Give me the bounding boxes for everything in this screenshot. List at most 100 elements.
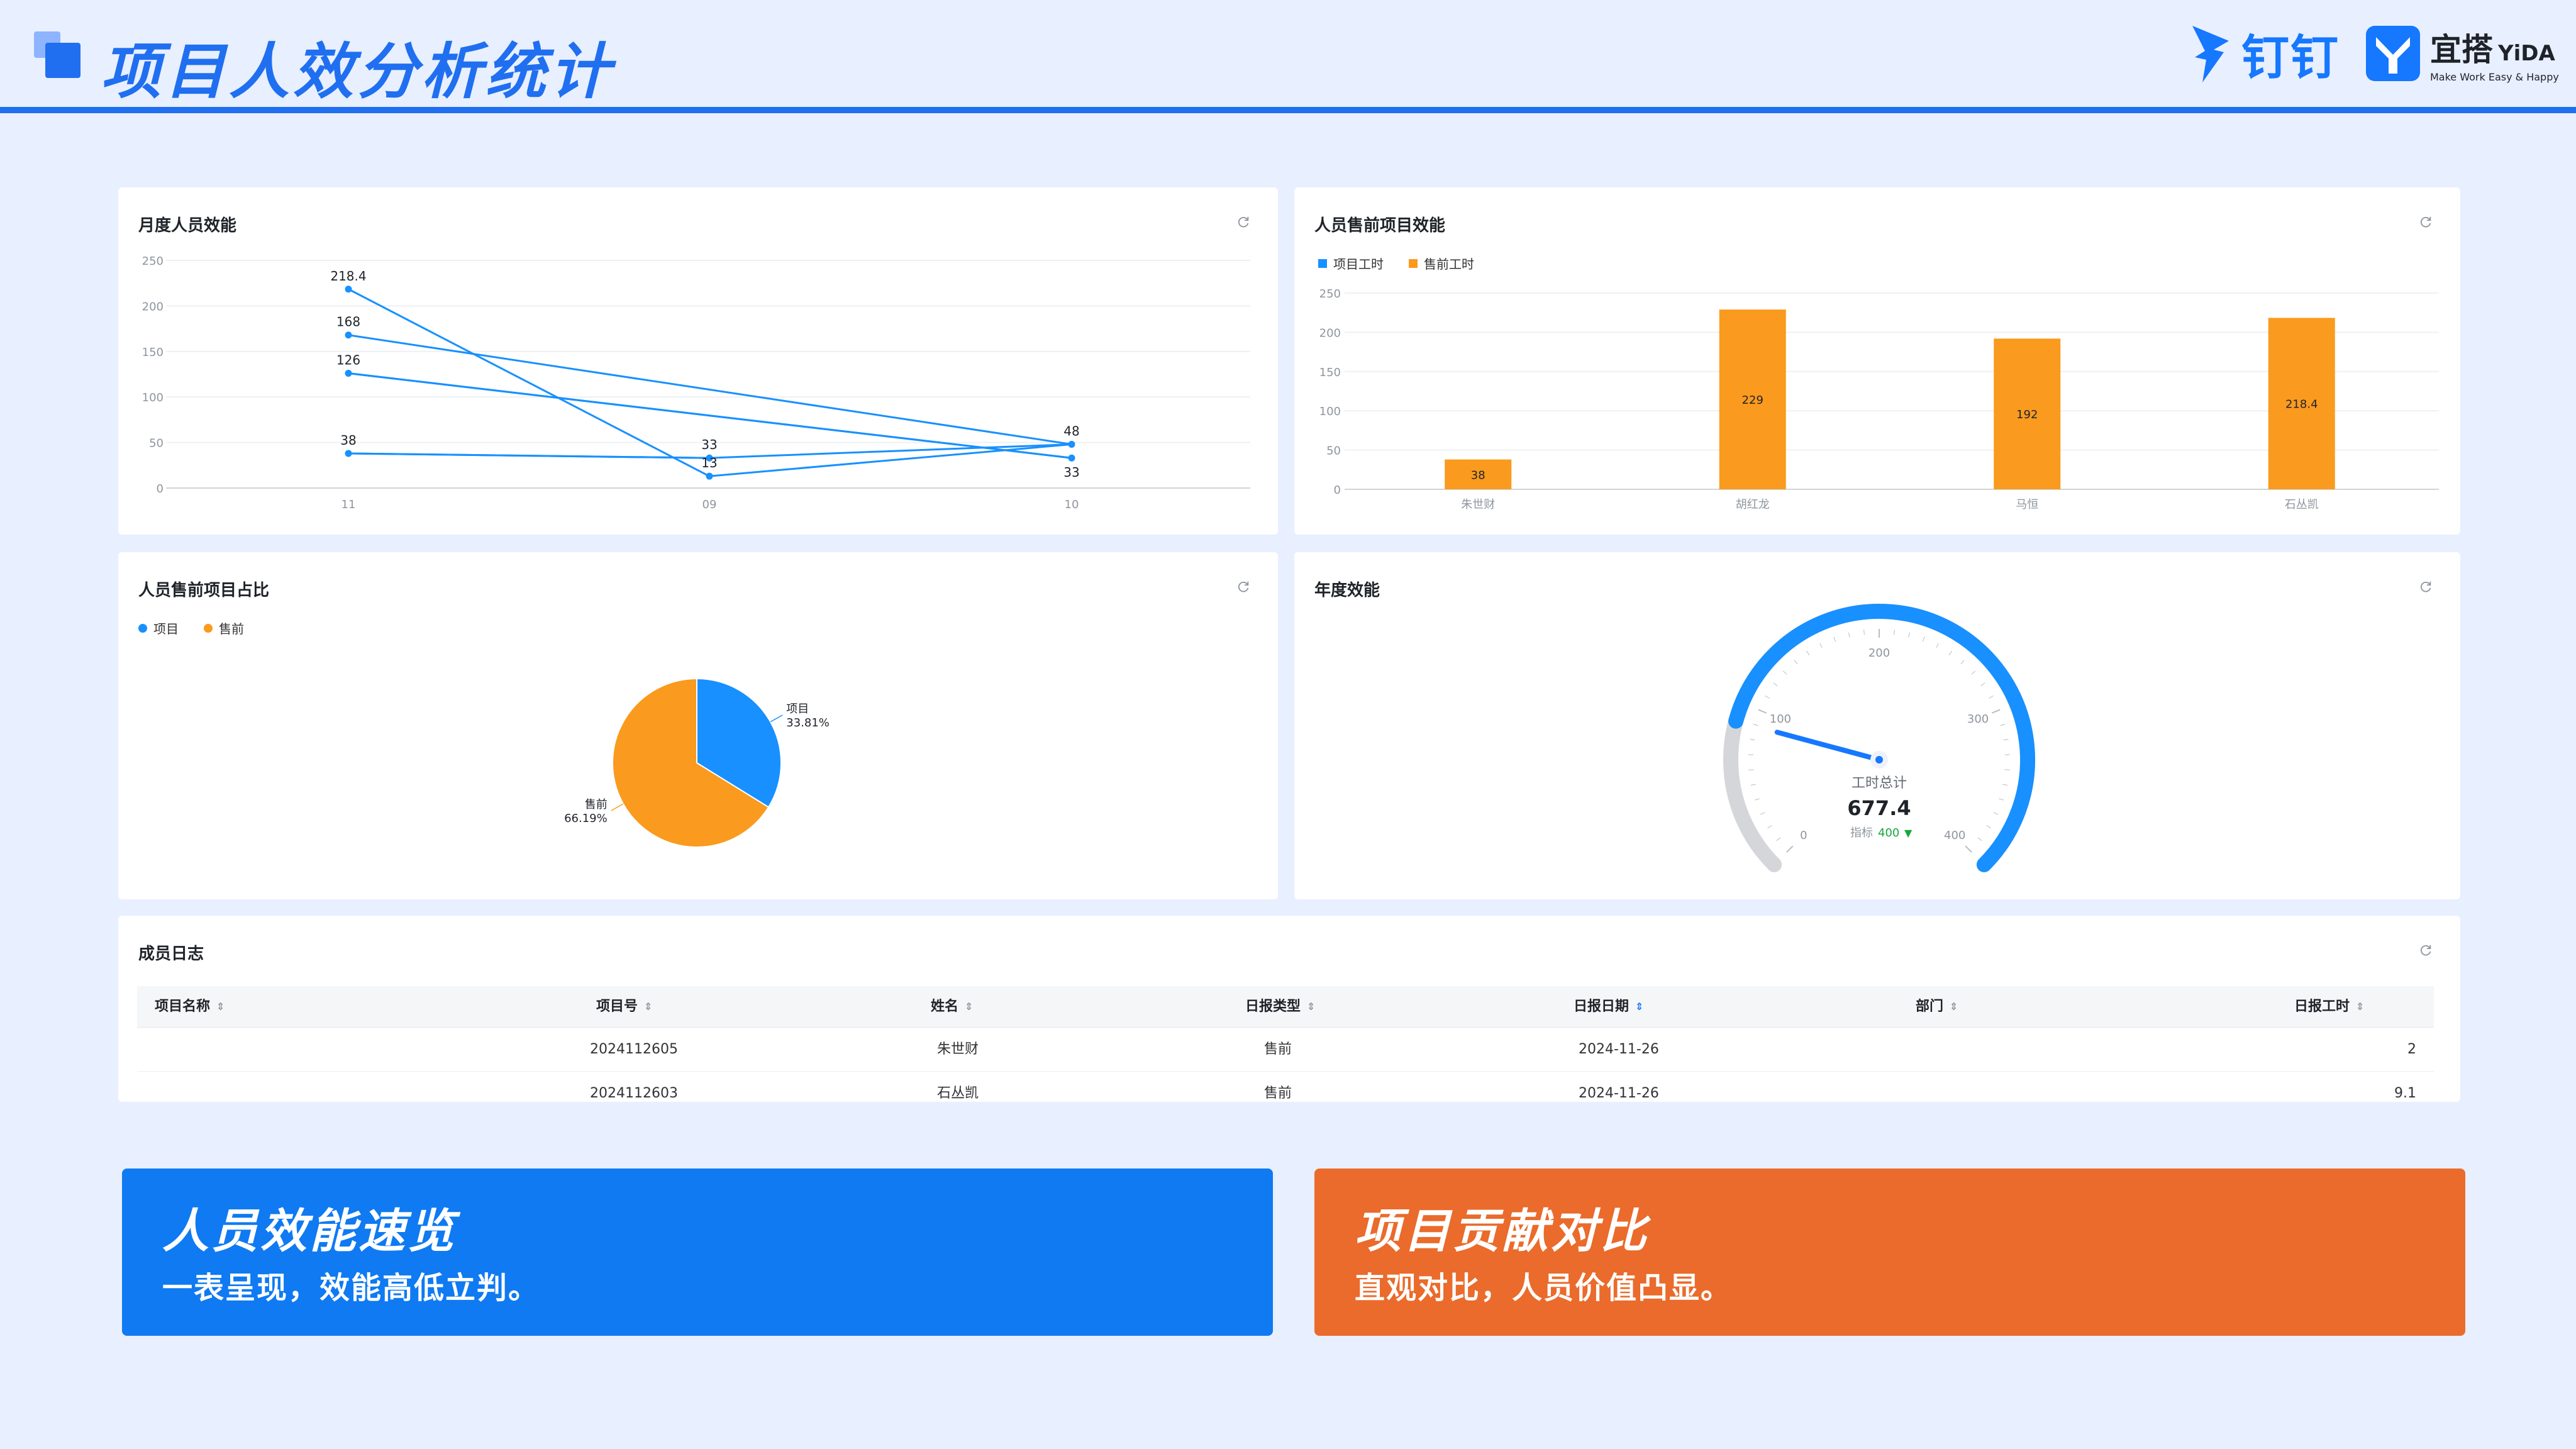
- header-label: 日报类型: [1245, 999, 1301, 1014]
- annual-gauge-chart: 0 100 200 300 400 工时总计 677.4 指标 400 ▼: [1723, 604, 2035, 872]
- presales-pie-chart: 项目33.81% 售前66.19%: [564, 677, 830, 848]
- gauge-tick: [1960, 660, 1965, 665]
- data-point: [345, 370, 352, 377]
- cell-report-hours: 9.1: [2394, 1085, 2416, 1101]
- gauge-tick: [2002, 784, 2008, 786]
- panel-monthly-efficiency: 月度人员效能 0 50 100 150 200 250 11 09 10 218.4 168 126 3…: [118, 187, 1278, 535]
- gauge-tick: [1782, 670, 1787, 675]
- data-label: 168: [336, 314, 360, 330]
- gauge-tick: [2003, 738, 2009, 741]
- x-tick-label: 胡红龙: [1736, 498, 1770, 511]
- sort-icon[interactable]: ⇕: [1635, 1002, 1643, 1012]
- card-title: 项目贡献对比: [1355, 1204, 1649, 1258]
- feature-card-contribution: 项目贡献对比 直观对比，人员价值凸显。: [1314, 1169, 2465, 1336]
- cell-report-date: 2024-11-26: [1579, 1041, 1659, 1057]
- column-header-report-date[interactable]: 日报日期 ⇕: [1574, 986, 1643, 1028]
- column-header-project-name[interactable]: 项目名称 ⇕: [155, 986, 225, 1028]
- dingtalk-logo: 钉钉: [2189, 19, 2340, 88]
- gauge-tick-label: 100: [1770, 713, 1791, 726]
- y-tick-label: 0: [1334, 484, 1341, 497]
- column-header-report-type[interactable]: 日报类型 ⇕: [1245, 986, 1315, 1028]
- yida-cn-text: 宜搭: [2430, 31, 2493, 68]
- panel-member-log: 成员日志 项目名称 ⇕ 项目号 ⇕ 姓名 ⇕ 日报类型 ⇕ 日报日期 ⇕ 部门 ⇕ 日报工时…: [118, 916, 2460, 1102]
- data-label: 218.4: [330, 269, 366, 284]
- sort-icon[interactable]: ⇕: [216, 1002, 225, 1012]
- monthly-line-chart: 0 50 100 150 200 250 11 09 10 218.4 168 126 38 33 13 48…: [142, 255, 1250, 511]
- yida-logo: 宜搭 YiDA Make Work Easy & Happy: [2365, 19, 2559, 88]
- y-tick-label: 200: [1319, 326, 1341, 340]
- data-label: 126: [336, 353, 360, 368]
- gauge-tick: [1750, 784, 1756, 786]
- x-tick-label: 石丛凯: [2285, 498, 2319, 511]
- bar-value-label: 192: [2016, 408, 2038, 421]
- gauge-tick: [1794, 660, 1798, 665]
- gauge-tick: [1980, 682, 1985, 686]
- gauge-tick: [1833, 636, 1836, 642]
- header-label: 日报日期: [1574, 999, 1629, 1014]
- y-tick-label: 100: [142, 391, 164, 404]
- column-header-name[interactable]: 姓名 ⇕: [931, 986, 973, 1028]
- gauge-value: 677.4: [1847, 796, 1911, 820]
- data-label: 13: [701, 455, 717, 470]
- header-label: 项目号: [596, 999, 638, 1014]
- gauge-tick: [1908, 632, 1911, 638]
- gauge-tick-label: 400: [1944, 829, 1965, 842]
- header-label: 项目名称: [155, 999, 211, 1014]
- gauge-tick: [1936, 643, 1939, 648]
- bar-value-label: 229: [1742, 394, 1763, 407]
- data-label: 33: [1063, 465, 1079, 480]
- pie-leader-line: [770, 714, 783, 723]
- series-line: [348, 452, 710, 459]
- gauge-tick: [1758, 709, 1767, 714]
- column-header-project-no[interactable]: 项目号 ⇕: [596, 986, 652, 1028]
- sort-icon[interactable]: ⇕: [1950, 1002, 1958, 1012]
- data-point: [345, 331, 352, 339]
- gauge-tick: [1819, 643, 1823, 648]
- gauge-needle-center: [1875, 756, 1883, 763]
- cell-report-type: 售前: [1264, 1085, 1292, 1101]
- data-label: 48: [1063, 423, 1079, 438]
- column-header-department[interactable]: 部门 ⇕: [1916, 986, 1958, 1028]
- x-tick-label: 马恒: [2016, 498, 2038, 511]
- y-tick-label: 50: [149, 437, 164, 450]
- gauge-tick: [1773, 682, 1778, 686]
- gauge-tick: [1894, 630, 1895, 635]
- refresh-icon[interactable]: [2419, 943, 2433, 957]
- card-subtitle: 一表呈现，效能高低立判。: [162, 1270, 540, 1306]
- data-point: [1068, 454, 1075, 462]
- page-title: 项目人效分析统计: [101, 36, 614, 107]
- sort-icon[interactable]: ⇕: [2356, 1002, 2364, 1012]
- pie-label-name: 项目: [786, 702, 809, 716]
- table-row[interactable]: 2024112605 朱世财 售前 2024-11-26 2: [137, 1028, 2434, 1072]
- x-tick-label: 10: [1065, 498, 1079, 511]
- header-label: 日报工时: [2294, 999, 2350, 1014]
- yida-slogan: Make Work Easy & Happy: [2430, 70, 2559, 83]
- sort-icon[interactable]: ⇕: [965, 1002, 973, 1012]
- pie-label-percent: 66.19%: [564, 812, 608, 825]
- cell-report-date: 2024-11-26: [1579, 1085, 1659, 1101]
- presales-bar-chart: 0 50 100 150 200 250 朱世财 38 胡红龙 229 马恒 192 石丛凯 218.4: [1319, 287, 2439, 511]
- panel-title: 成员日志: [138, 945, 204, 963]
- gauge-tick: [1986, 825, 1991, 829]
- y-tick-label: 250: [1319, 287, 1341, 301]
- page-header: 项目人效分析统计 钉钉 宜搭 YiDA Make Work Easy & Happ…: [0, 0, 2576, 113]
- pie-label-percent: 33.81%: [786, 716, 830, 730]
- y-tick-label: 150: [142, 346, 164, 359]
- table-row[interactable]: 2024112603 石丛凯 售前 2024-11-26 9.1: [137, 1072, 2434, 1102]
- gauge-tick: [1971, 670, 1976, 675]
- panel-annual-efficiency: 年度效能 0 100 200 300 400 工时总计 677.4 指标 400 ▼: [1294, 552, 2460, 899]
- gauge-tick: [1755, 798, 1760, 801]
- dingtalk-text: 钉钉: [2241, 30, 2340, 86]
- pie-leader-line: [611, 803, 624, 811]
- y-tick-label: 100: [1319, 405, 1341, 418]
- sort-icon[interactable]: ⇕: [644, 1002, 652, 1012]
- y-tick-label: 200: [142, 300, 164, 313]
- cell-report-hours: 2: [2407, 1041, 2416, 1057]
- column-header-report-hours[interactable]: 日报工时 ⇕: [2294, 986, 2364, 1028]
- gauge-tick: [1776, 837, 1781, 841]
- gauge-tick: [1767, 825, 1772, 829]
- data-label: 33: [701, 437, 717, 452]
- sort-icon[interactable]: ⇕: [1307, 1002, 1315, 1012]
- table-header: 项目名称 ⇕ 项目号 ⇕ 姓名 ⇕ 日报类型 ⇕ 日报日期 ⇕ 部门 ⇕ 日报工时 ⇕: [137, 986, 2434, 1028]
- panel-presales-efficiency: 人员售前项目效能 项目工时 售前工时 0 50 100 150 200 250 朱世财 38 胡…: [1294, 187, 2460, 535]
